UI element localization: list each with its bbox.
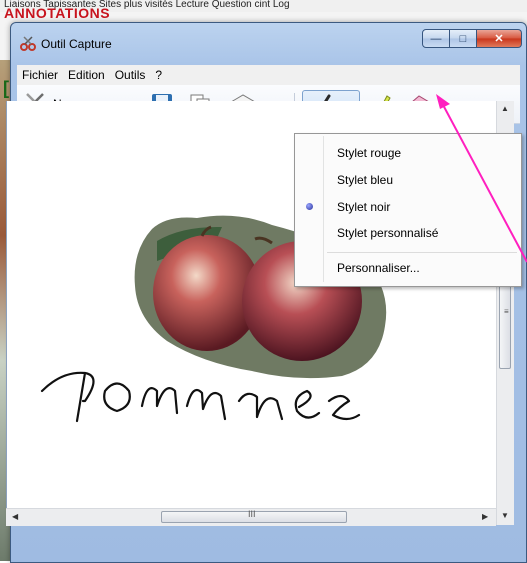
maximize-button[interactable]: □	[450, 29, 477, 48]
horizontal-scrollbar[interactable]: ◀ III ▶	[6, 508, 496, 526]
menu-item-stylet-bleu[interactable]: Stylet bleu	[337, 171, 393, 189]
menu-separator	[327, 252, 517, 253]
selected-bullet-icon	[306, 203, 313, 210]
scroll-right-arrow[interactable]: ▶	[482, 512, 488, 521]
window-title: Outil Capture	[41, 37, 112, 51]
menu-item-stylet-personnalise[interactable]: Stylet personnalisé	[337, 224, 438, 242]
minimize-button[interactable]: —	[422, 29, 450, 48]
menu-item-personnaliser[interactable]: Personnaliser...	[337, 259, 420, 277]
menu-gutter	[323, 136, 324, 282]
pen-dropdown-menu: Stylet rouge Stylet bleu Stylet noir Sty…	[294, 133, 522, 287]
scroll-left-arrow[interactable]: ◀	[12, 512, 18, 521]
menu-item-stylet-rouge[interactable]: Stylet rouge	[337, 144, 401, 162]
menu-item-stylet-noir[interactable]: Stylet noir	[337, 198, 390, 216]
background-bracket: [	[3, 78, 9, 98]
close-button[interactable]: ✕	[477, 29, 522, 48]
menu-bar: Fichier Edition Outils ?	[17, 65, 520, 85]
menu-edition[interactable]: Edition	[63, 68, 110, 82]
grip-icon: ≡	[504, 307, 509, 316]
menu-outils[interactable]: Outils	[110, 68, 151, 82]
menu-fichier[interactable]: Fichier	[17, 68, 63, 82]
title-bar[interactable]: Outil Capture — □ ✕	[11, 23, 526, 59]
caption-buttons: — □ ✕	[422, 29, 522, 49]
scissors-app-icon	[20, 36, 36, 51]
grip-icon: III	[248, 509, 256, 519]
handwriting-pommes	[40, 371, 361, 423]
horizontal-scroll-thumb[interactable]: III	[161, 509, 347, 523]
scroll-up-arrow[interactable]: ▲	[501, 104, 509, 113]
menu-help[interactable]: ?	[150, 68, 167, 82]
scroll-down-arrow[interactable]: ▼	[501, 511, 509, 520]
annotations-heading: ANNOTATIONS	[4, 5, 111, 21]
